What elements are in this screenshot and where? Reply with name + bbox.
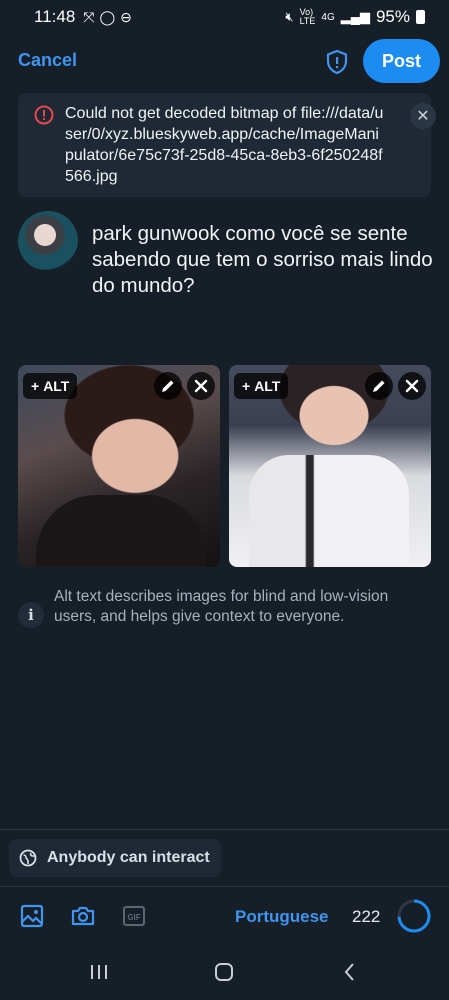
post-button[interactable]: Post: [363, 39, 440, 83]
do-not-disturb-icon: ⊖: [120, 8, 132, 25]
signal-icon: ▂▄▆: [340, 9, 370, 24]
recent-apps-icon[interactable]: [87, 960, 111, 984]
notification-icons: ⤧ ◯ ⊖: [83, 9, 132, 26]
alt-text-hint-text: Alt text describes images for blind and …: [54, 588, 389, 625]
remove-image-button[interactable]: [398, 372, 426, 400]
remove-image-button[interactable]: [187, 372, 215, 400]
status-time: 11:48: [34, 7, 76, 26]
interaction-label: Anybody can interact: [47, 849, 210, 866]
info-icon: i: [18, 602, 44, 628]
battery-level: 95%: [375, 7, 410, 26]
battery-icon: [416, 10, 425, 24]
network-label: 4G: [321, 11, 335, 23]
composer-toolbar: GIF Portuguese 222: [0, 893, 449, 943]
status-right: 🔇︎ Vo) LTE 4G ▂▄▆ 95%: [285, 7, 425, 27]
avatar: [18, 211, 78, 271]
divider: [0, 829, 449, 830]
composer-header: Cancel Post: [0, 38, 449, 86]
edit-image-button[interactable]: [154, 372, 182, 400]
error-icon: [34, 105, 54, 125]
error-message: Could not get decoded bitmap of file:///…: [65, 105, 384, 185]
character-progress-ring: [397, 899, 431, 933]
camera-icon[interactable]: [70, 903, 96, 929]
add-alt-button[interactable]: + ALT: [23, 373, 78, 399]
plus-icon: +: [31, 378, 40, 394]
globe-icon: [19, 849, 37, 867]
home-icon[interactable]: [212, 960, 236, 984]
missed-call-icon: ⤧: [83, 8, 95, 25]
error-banner: Could not get decoded bitmap of file:///…: [18, 93, 436, 197]
alt-label: ALT: [254, 378, 281, 394]
back-icon[interactable]: [338, 960, 362, 984]
image-attachment: + ALT: [229, 365, 431, 567]
close-icon[interactable]: ✕: [410, 103, 436, 129]
whatsapp-icon: ◯: [99, 8, 116, 25]
plus-icon: +: [242, 378, 251, 394]
close-icon: [194, 379, 208, 393]
edit-image-button[interactable]: [365, 372, 393, 400]
add-alt-button[interactable]: + ALT: [234, 373, 289, 399]
gallery-icon[interactable]: [19, 903, 45, 929]
divider: [0, 886, 449, 887]
shield-icon[interactable]: [323, 48, 351, 76]
status-left: 11:48 ⤧ ◯ ⊖: [34, 7, 132, 27]
close-icon: [405, 379, 419, 393]
cancel-button[interactable]: Cancel: [18, 50, 77, 71]
language-selector[interactable]: Portuguese: [235, 907, 329, 927]
volte-icon: Vo) LTE: [299, 7, 316, 26]
status-bar: 11:48 ⤧ ◯ ⊖ 🔇︎ Vo) LTE 4G ▂▄▆ 95%: [0, 0, 449, 34]
alt-label: ALT: [43, 378, 70, 394]
pencil-icon: [162, 380, 174, 392]
gif-icon[interactable]: GIF: [121, 903, 147, 929]
interaction-settings-button[interactable]: Anybody can interact: [9, 839, 221, 877]
character-count: 222: [352, 907, 381, 926]
mute-icon: 🔇︎: [285, 9, 294, 24]
post-text-input[interactable]: park gunwook como você se sente sabendo …: [92, 221, 437, 299]
svg-text:GIF: GIF: [127, 913, 140, 922]
system-nav-bar: [0, 948, 449, 996]
image-attachment: + ALT: [18, 365, 220, 567]
pencil-icon: [373, 380, 385, 392]
